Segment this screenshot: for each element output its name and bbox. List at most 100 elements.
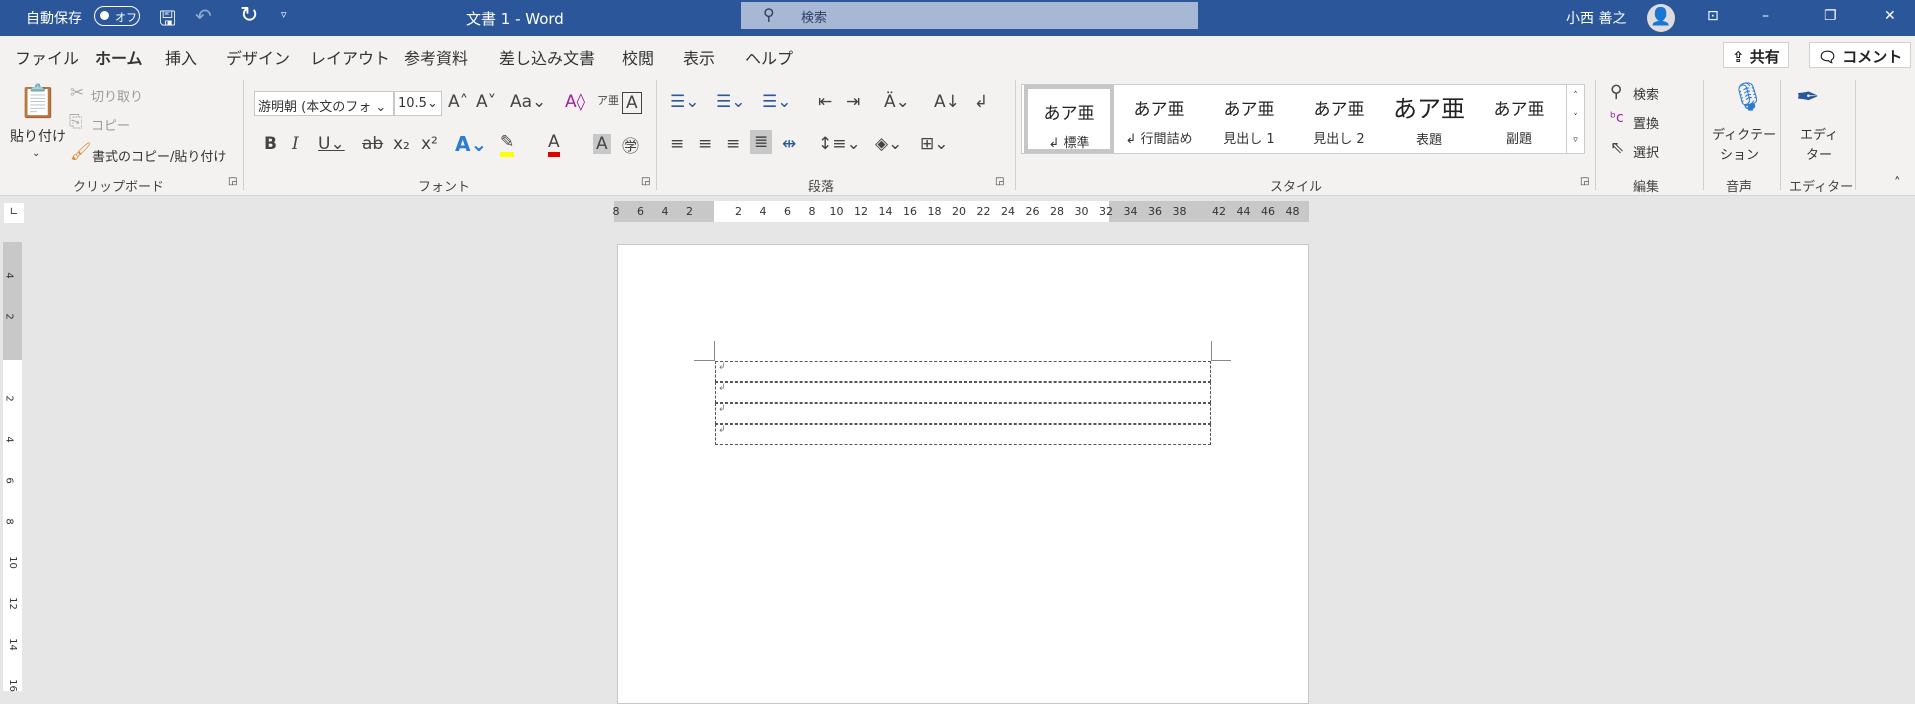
strikethrough-icon[interactable]: ab — [362, 134, 383, 154]
char-border-icon[interactable]: A — [622, 92, 642, 114]
decrease-indent-icon[interactable]: ⇤ — [818, 92, 832, 112]
customize-qat-icon[interactable]: ▿ — [281, 8, 287, 21]
minimize-icon[interactable]: – — [1762, 8, 1769, 24]
share-button[interactable]: ⇪ 共有 — [1723, 42, 1789, 68]
ribbon-display-icon[interactable]: ⊡ — [1707, 8, 1719, 24]
ruler-tick: 28 — [1050, 205, 1064, 218]
format-painter-button[interactable]: 書式のコピー/貼り付け — [92, 146, 226, 165]
underline-icon[interactable]: U⌄ — [318, 134, 345, 154]
paste-dropdown-icon[interactable]: ⌄ — [32, 148, 40, 159]
distribute-icon[interactable]: ⇹ — [782, 134, 796, 154]
tab-selector-icon[interactable]: ∟ — [4, 203, 24, 223]
change-case-icon[interactable]: Aa⌄ — [510, 92, 546, 112]
line-spacing-icon[interactable]: ↕≡⌄ — [818, 134, 861, 154]
editor-pen-icon[interactable]: ✒ — [1796, 80, 1819, 113]
multilevel-list-icon[interactable]: ☰⌄ — [762, 92, 791, 112]
style-normal[interactable]: あア亜 ↲ 標準 — [1024, 85, 1114, 153]
shading-icon[interactable]: ◈⌄ — [875, 134, 902, 154]
select-button[interactable]: 選択 — [1633, 142, 1659, 161]
table-row[interactable]: ↲ — [715, 382, 1211, 403]
user-name[interactable]: 小西 善之 — [1566, 8, 1626, 28]
ruler-tick: 12 — [6, 597, 18, 610]
copy-button[interactable]: コピー — [91, 115, 130, 134]
style-heading-2[interactable]: あア亜 見出し 2 — [1294, 85, 1384, 153]
numbering-icon[interactable]: ☰⌄ — [716, 92, 745, 112]
table-row[interactable]: ↲ — [715, 361, 1211, 382]
grow-font-icon[interactable]: A˄ — [448, 92, 468, 112]
justify-icon[interactable]: ≣ — [750, 130, 773, 154]
subscript-icon[interactable]: x₂ — [393, 134, 410, 154]
tab-home[interactable]: ホーム — [95, 45, 143, 76]
paste-icon[interactable]: 📋 — [18, 82, 58, 120]
ruler-tick: 6 — [637, 205, 644, 218]
show-marks-icon[interactable]: ↲ — [974, 92, 988, 112]
ribbon-tabs: ファイル ホーム 挿入 デザイン レイアウト 参考資料 差し込み文書 校閲 表示… — [0, 36, 1915, 76]
phonetic-guide-icon[interactable]: ア亜 — [597, 92, 619, 108]
autosave-toggle[interactable]: オフ — [94, 6, 140, 26]
dictate-button[interactable]: ディクテー — [1712, 124, 1776, 143]
gallery-scroll[interactable]: ˄ ˅ ▿ — [1566, 85, 1584, 153]
editor-button-line2[interactable]: ター — [1806, 144, 1832, 163]
bullets-icon[interactable]: ☰⌄ — [670, 92, 699, 112]
dialog-launcher-icon[interactable]: ◲ — [228, 176, 237, 187]
font-size-select[interactable]: 10.5⌄ — [394, 91, 442, 116]
bold-icon[interactable]: B — [264, 134, 277, 154]
cut-button[interactable]: 切り取り — [91, 86, 143, 105]
align-left-icon[interactable]: ≡ — [670, 134, 684, 154]
ruler-tick: 2 — [686, 205, 693, 218]
save-icon[interactable]: 🖫 — [159, 4, 176, 38]
close-icon[interactable]: ✕ — [1884, 8, 1896, 24]
dialog-launcher-icon[interactable]: ◲ — [995, 176, 1004, 187]
tab-mailings[interactable]: 差し込み文書 — [499, 45, 595, 69]
asian-layout-icon[interactable]: Ä⌄ — [884, 92, 910, 112]
borders-icon[interactable]: ⊞⌄ — [920, 134, 949, 154]
align-right-icon[interactable]: ≡ — [726, 134, 740, 154]
collapse-ribbon-icon[interactable]: ˄ — [1894, 176, 1901, 191]
tab-review[interactable]: 校閲 — [622, 45, 654, 69]
redo-icon[interactable]: ↻ — [240, 3, 258, 28]
style-subtitle[interactable]: あア亜 副題 — [1474, 85, 1564, 153]
text-effects-icon[interactable]: A⌄ — [455, 132, 487, 156]
align-center-icon[interactable]: ≡ — [698, 134, 712, 154]
increase-indent-icon[interactable]: ⇥ — [846, 92, 860, 112]
italic-icon[interactable]: I — [292, 134, 299, 154]
tab-view[interactable]: 表示 — [683, 45, 715, 69]
avatar[interactable]: 👤 — [1647, 4, 1675, 32]
sort-icon[interactable]: A↓ — [934, 92, 960, 112]
tab-design[interactable]: デザイン — [226, 45, 290, 69]
comment-button[interactable]: 🗨 コメント — [1809, 42, 1912, 68]
search-box[interactable]: ⚲ 検索 — [741, 2, 1198, 29]
microphone-icon[interactable]: 🎙 — [1730, 80, 1766, 113]
shrink-font-icon[interactable]: A˅ — [476, 92, 496, 112]
paste-button[interactable]: 貼り付け — [10, 126, 66, 146]
editor-button[interactable]: エディ — [1800, 124, 1838, 143]
more-styles-icon: ▿ — [1573, 135, 1578, 145]
table-row[interactable]: ↲ — [715, 424, 1211, 445]
char-shading-icon[interactable]: A — [593, 134, 611, 154]
tab-insert[interactable]: 挿入 — [165, 45, 197, 69]
restore-icon[interactable]: ❐ — [1824, 8, 1837, 24]
table-row[interactable]: ↲ — [715, 403, 1211, 424]
enclose-char-icon[interactable]: ㊫ — [622, 132, 639, 157]
style-heading-1[interactable]: あア亜 見出し 1 — [1204, 85, 1294, 153]
tab-help[interactable]: ヘルプ — [745, 45, 793, 69]
horizontal-ruler[interactable]: 8 6 4 2 2 4 6 8 10 12 14 16 18 20 22 24 26 28 30 32 34 36 38 42… — [613, 201, 1309, 222]
tab-references[interactable]: 参考資料 — [404, 45, 468, 69]
style-no-spacing[interactable]: あア亜 ↲ 行間詰め — [1114, 85, 1204, 153]
dialog-launcher-icon[interactable]: ◲ — [1580, 176, 1589, 187]
replace-button[interactable]: 置換 — [1633, 113, 1659, 132]
dialog-launcher-icon[interactable]: ◲ — [641, 176, 650, 187]
font-color-icon[interactable]: A — [548, 132, 560, 157]
document-page[interactable]: ↲ ↲ ↲ ↲ — [617, 244, 1309, 704]
style-title[interactable]: あア亜 表題 — [1384, 85, 1474, 153]
dictate-button-line2[interactable]: ション — [1720, 144, 1759, 163]
find-button[interactable]: 検索 — [1633, 84, 1659, 103]
tab-layout[interactable]: レイアウト — [310, 45, 390, 69]
superscript-icon[interactable]: x² — [421, 134, 438, 154]
font-name-select[interactable]: 游明朝 (本文のフォ ⌄ — [254, 91, 394, 116]
tab-file[interactable]: ファイル — [15, 45, 79, 69]
highlight-icon[interactable]: ✎ — [500, 132, 515, 157]
undo-icon[interactable]: ↶ — [195, 4, 212, 28]
vertical-ruler[interactable]: 4 2 2 4 6 8 10 12 14 16 — [3, 242, 22, 692]
clear-format-icon[interactable]: A◊ — [565, 92, 585, 112]
